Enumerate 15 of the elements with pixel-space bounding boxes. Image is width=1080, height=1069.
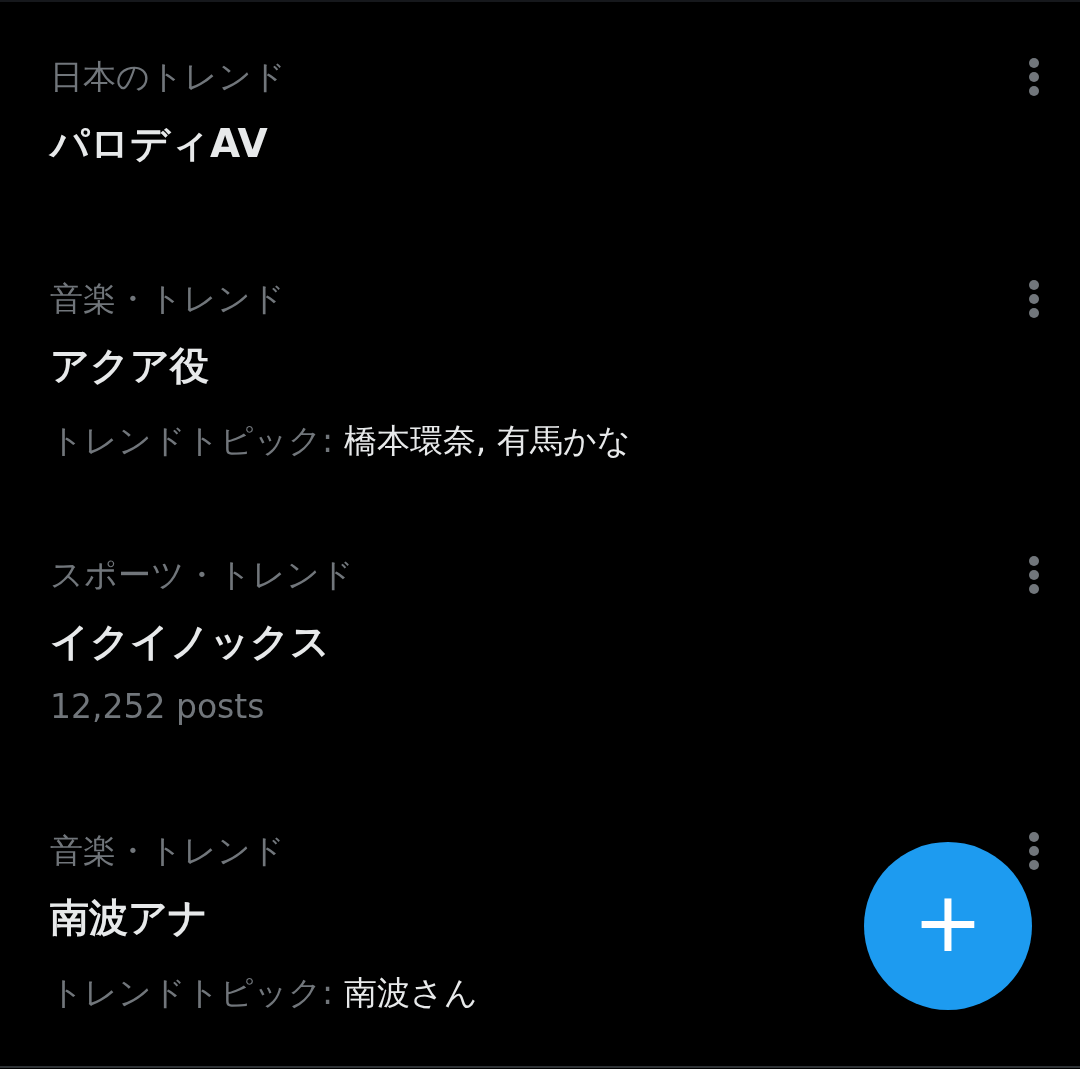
more-options-icon[interactable] (1028, 279, 1040, 319)
trend-title[interactable]: 南波アナ (50, 888, 208, 948)
more-options-icon[interactable] (1028, 57, 1040, 97)
trend-category: 日本のトレンド (50, 56, 286, 98)
trend-title[interactable]: イクイノックス (50, 612, 330, 672)
trending-topics: トレンドトピック: 南波さん (50, 972, 478, 1014)
more-options-icon[interactable] (1028, 555, 1040, 595)
trend-category: スポーツ・トレンド (50, 554, 354, 596)
trending-topics: トレンドトピック: 橋本環奈, 有馬かな (50, 420, 631, 462)
more-options-icon[interactable] (1028, 831, 1040, 871)
trend-category: 音楽・トレンド (50, 278, 285, 320)
trend-title[interactable]: パロディAV (50, 114, 268, 174)
post-count: 12,252 posts (50, 686, 265, 728)
trend-title[interactable]: アクア役 (50, 336, 209, 396)
trend-category: 音楽・トレンド (50, 830, 285, 872)
